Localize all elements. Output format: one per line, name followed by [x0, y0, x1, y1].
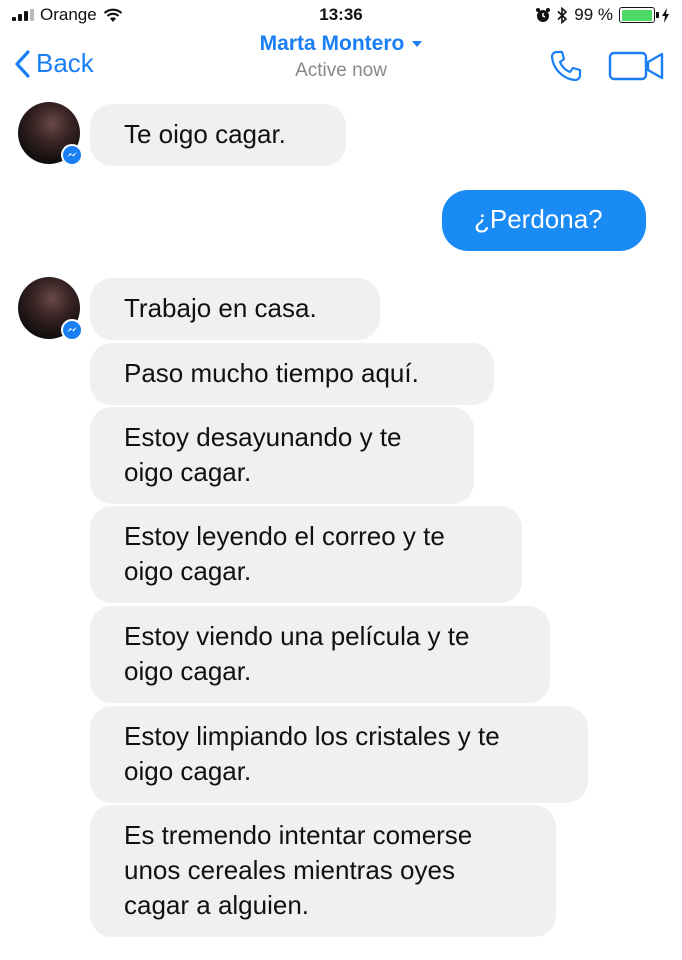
status-right: 99 % — [535, 5, 670, 25]
status-bar: Orange 13:36 99 % — [0, 0, 682, 30]
messenger-icon — [67, 152, 77, 157]
message-bubble[interactable]: Te oigo cagar. — [90, 104, 346, 166]
phone-icon[interactable] — [548, 48, 584, 84]
avatar[interactable] — [18, 277, 83, 341]
bluetooth-icon — [557, 6, 568, 24]
alarm-icon — [536, 8, 551, 22]
message-bubble[interactable]: Estoy leyendo el correo y te oigo cagar. — [90, 506, 522, 603]
message-bubble-outgoing[interactable]: ¿Perdona? — [442, 190, 646, 251]
messenger-badge — [61, 144, 83, 166]
message-bubble[interactable]: Trabajo en casa. — [90, 278, 380, 340]
message-bubble[interactable]: Es tremendo intentar comerse unos cereal… — [90, 805, 556, 937]
contact-name-row[interactable]: Marta Montero — [260, 32, 423, 56]
charging-icon — [662, 7, 669, 23]
conversation-header: Back Marta Montero Active now — [0, 30, 682, 102]
message-bubble[interactable]: Estoy desayunando y te oigo cagar. — [90, 407, 474, 504]
contact-name: Marta Montero — [259, 32, 405, 55]
message-bubble[interactable]: Estoy limpiando los cristales y te oigo … — [90, 706, 588, 803]
caret-down-icon — [412, 41, 423, 47]
message-bubble[interactable]: Estoy viendo una película y te oigo caga… — [90, 606, 550, 703]
battery-icon — [619, 7, 659, 23]
message-bubble[interactable]: Paso mucho tiempo aquí. — [90, 343, 494, 405]
messenger-icon — [67, 327, 77, 332]
avatar[interactable] — [18, 102, 83, 166]
video-camera-icon[interactable] — [608, 50, 666, 82]
messenger-badge — [61, 319, 83, 341]
battery-percent: 99 % — [574, 5, 613, 24]
battery-fill — [621, 9, 653, 21]
